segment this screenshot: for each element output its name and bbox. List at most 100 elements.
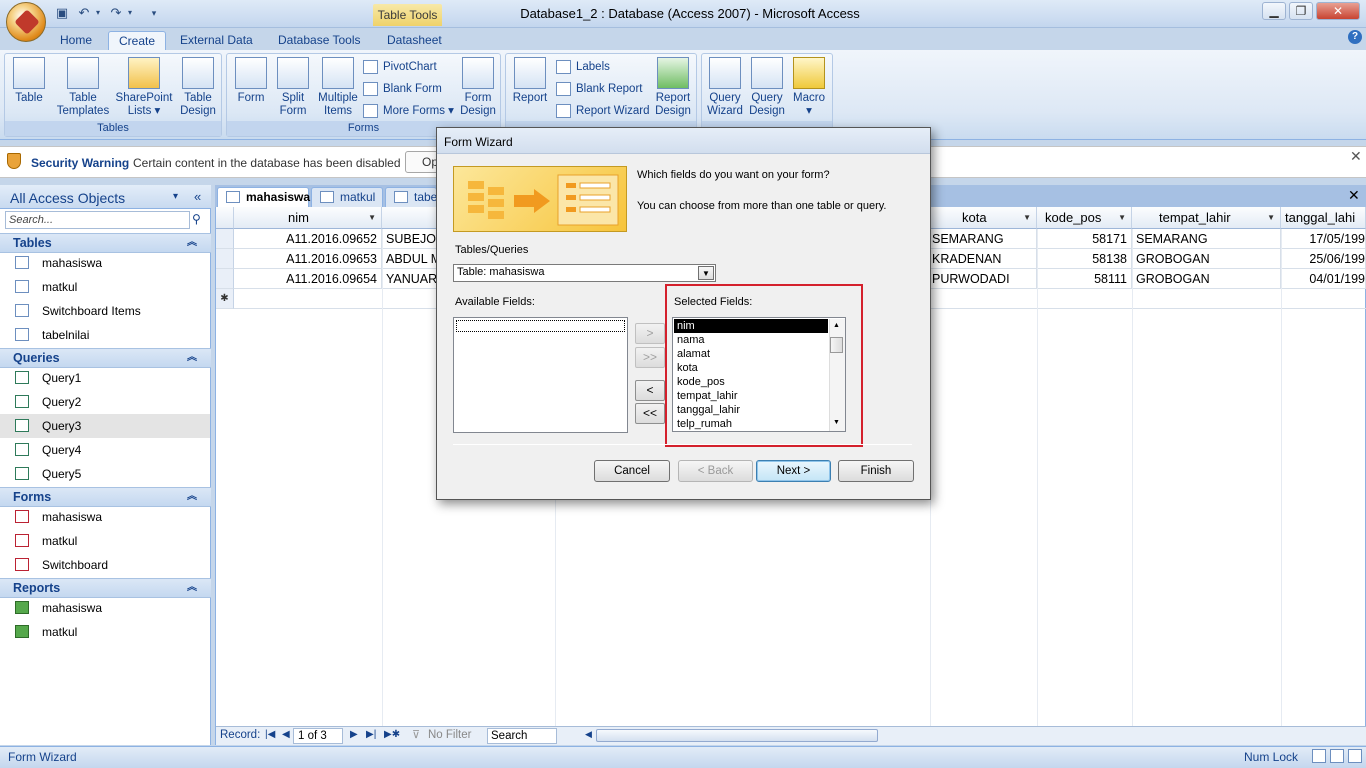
restore-button[interactable]: ❐	[1289, 2, 1313, 20]
nav-item-form-mahasiswa[interactable]: mahasiswa	[0, 505, 210, 529]
new-record-icon[interactable]: ▶✱	[384, 729, 400, 740]
add-all-fields-button[interactable]: >>	[635, 347, 665, 368]
table-design-button[interactable]: Table Design	[177, 57, 219, 118]
split-form-button[interactable]: Split Form	[273, 57, 313, 118]
cell-tempat-lahir[interactable]: GROBOGAN	[1132, 269, 1281, 289]
minimize-button[interactable]: ▁	[1262, 2, 1286, 20]
nav-search-input[interactable]: Search...	[5, 211, 190, 229]
cell-tanggal-lahir[interactable]: 25/06/199	[1281, 249, 1366, 269]
nav-item-report-mahasiswa[interactable]: mahasiswa	[0, 596, 210, 620]
cell-nim[interactable]: A11.2016.09654	[234, 269, 382, 289]
next-button[interactable]: Next >	[756, 460, 831, 482]
pivottable-view-icon[interactable]	[1330, 749, 1344, 763]
row-selector[interactable]	[216, 229, 234, 249]
table-templates-button[interactable]: TableTemplates ▾	[55, 57, 111, 131]
cell-tanggal-lahir[interactable]: 04/01/199	[1281, 269, 1366, 289]
sort-dropdown-icon[interactable]: ▼	[1267, 207, 1275, 229]
selected-field-item[interactable]: tempat_lahir	[674, 389, 828, 403]
remove-all-fields-button[interactable]: <<	[635, 403, 665, 424]
available-fields-list[interactable]	[453, 317, 628, 433]
cell-kota[interactable]: KRADENAN	[930, 249, 1037, 269]
nav-section-reports[interactable]: Reports ︽	[0, 578, 211, 598]
column-header-kode-pos[interactable]: kode_pos ▼	[1037, 207, 1132, 229]
horizontal-scrollbar-thumb[interactable]	[596, 729, 878, 742]
cell-nim[interactable]: A11.2016.09652	[234, 229, 382, 249]
form-button[interactable]: Form	[231, 57, 271, 105]
tab-datasheet[interactable]: Datasheet	[377, 31, 452, 51]
sort-dropdown-icon[interactable]: ▼	[368, 207, 376, 229]
cell-kota[interactable]: SEMARANG	[930, 229, 1037, 249]
record-search-input[interactable]: Search	[487, 728, 557, 744]
no-filter-button[interactable]: No Filter	[428, 729, 471, 741]
column-header-tempat-lahir[interactable]: tempat_lahir ▼	[1132, 207, 1281, 229]
back-button[interactable]: < Back	[678, 460, 753, 482]
nav-section-tables[interactable]: Tables ︽	[0, 233, 211, 253]
close-window-button[interactable]: ✕	[1316, 2, 1360, 20]
row-selector[interactable]	[216, 249, 234, 269]
nav-pane-title[interactable]: All Access Objects	[10, 190, 125, 206]
select-all-corner[interactable]	[216, 207, 234, 229]
selected-field-item[interactable]: kota	[674, 361, 828, 375]
labels-button[interactable]: Labels	[556, 58, 610, 76]
current-record-input[interactable]: 1 of 3	[293, 728, 343, 744]
chevron-down-icon[interactable]: ▼	[698, 266, 714, 280]
selected-field-item[interactable]: telp_rumah	[674, 417, 828, 431]
tab-external-data[interactable]: External Data	[170, 31, 263, 51]
cell-nama[interactable]: ABDUL M	[382, 249, 437, 269]
design-view-icon[interactable]	[1348, 749, 1362, 763]
cell-kode-pos[interactable]: 58138	[1037, 249, 1132, 269]
report-wizard-button[interactable]: Report Wizard	[556, 102, 650, 120]
finish-button[interactable]: Finish	[838, 460, 914, 482]
nav-item-table-mahasiswa[interactable]: mahasiswa	[0, 251, 210, 275]
form-design-button[interactable]: Form Design	[457, 57, 499, 118]
nav-item-query5[interactable]: Query5	[0, 462, 210, 486]
undo-dropdown-icon[interactable]: ▾	[90, 5, 106, 21]
tables-queries-select[interactable]: Table: mahasiswa	[453, 264, 716, 282]
selected-field-item[interactable]: kode_pos	[674, 375, 828, 389]
pivotchart-button[interactable]: PivotChart	[363, 58, 437, 76]
query-design-button[interactable]: Query Design	[746, 57, 788, 118]
cell-nama[interactable]: YANUAR	[382, 269, 437, 289]
nav-item-table-matkul[interactable]: matkul	[0, 275, 210, 299]
nav-menu-chevron-icon[interactable]: ▾	[173, 191, 178, 202]
scroll-up-icon[interactable]: ▲	[830, 322, 843, 329]
column-header-kota[interactable]: kota ▼	[930, 207, 1037, 229]
selected-field-item[interactable]: alamat	[674, 347, 828, 361]
query-wizard-button[interactable]: Query Wizard	[704, 57, 746, 118]
cancel-button[interactable]: Cancel	[594, 460, 670, 482]
next-record-icon[interactable]: ▶	[350, 729, 358, 740]
nav-item-query1[interactable]: Query1	[0, 366, 210, 390]
new-record-row-selector[interactable]: ✱	[216, 289, 234, 309]
report-button[interactable]: Report	[510, 57, 550, 105]
cell-tempat-lahir[interactable]: SEMARANG	[1132, 229, 1281, 249]
cell-tanggal-lahir[interactable]: 17/05/199	[1281, 229, 1366, 249]
close-icon[interactable]: ✕	[1350, 148, 1362, 165]
table-button[interactable]: Table	[9, 57, 49, 105]
tab-create[interactable]: Create	[108, 31, 167, 51]
blank-report-button[interactable]: Blank Report	[556, 80, 642, 98]
customize-qat-icon[interactable]: ▾	[146, 5, 162, 21]
previous-record-icon[interactable]: ◀	[282, 729, 290, 740]
nav-item-table-tabelnilai[interactable]: tabelnilai	[0, 323, 210, 347]
sort-dropdown-icon[interactable]: ▼	[1023, 207, 1031, 229]
scroll-left-icon[interactable]: ◀	[585, 729, 592, 740]
scroll-down-icon[interactable]: ▼	[830, 419, 843, 426]
column-header-nama[interactable]	[382, 207, 437, 229]
add-field-button[interactable]: >	[635, 323, 665, 344]
selected-field-item[interactable]: tanggal_lahir	[674, 403, 828, 417]
nav-item-form-switchboard[interactable]: Switchboard	[0, 553, 210, 577]
selected-field-item[interactable]: nama	[674, 333, 828, 347]
macro-button[interactable]: Macro ▾	[788, 57, 830, 118]
blank-form-button[interactable]: Blank Form	[363, 80, 442, 98]
multiple-items-button[interactable]: Multiple Items	[315, 57, 361, 118]
first-record-icon[interactable]: |◀	[265, 729, 275, 740]
column-header-tanggal-lahir[interactable]: tanggal_lahi	[1281, 207, 1366, 229]
row-selector[interactable]	[216, 269, 234, 289]
shutter-bar-close-icon[interactable]: «	[194, 189, 201, 204]
remove-field-button[interactable]: <	[635, 380, 665, 401]
close-document-icon[interactable]: ✕	[1348, 187, 1360, 204]
scrollbar-thumb[interactable]	[830, 337, 843, 353]
doc-tab-tabelnilai[interactable]: tabe	[385, 187, 437, 207]
nav-item-query4[interactable]: Query4	[0, 438, 210, 462]
tab-database-tools[interactable]: Database Tools	[268, 31, 371, 51]
